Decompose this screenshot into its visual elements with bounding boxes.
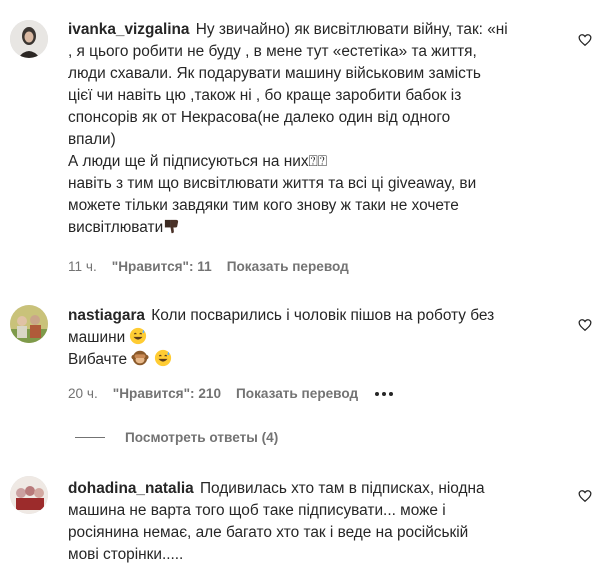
grinning-sweat-emoji-icon	[130, 327, 147, 345]
comment-meta: 11 ч. "Нравится": 11 Показать перевод	[68, 259, 364, 274]
comment-time[interactable]: 20 ч.	[68, 386, 98, 401]
likes-count[interactable]: "Нравится": 210	[113, 386, 221, 401]
avatar-photo	[10, 305, 48, 343]
comment-line: Коли посварились і чоловік пішов на робо…	[151, 307, 495, 324]
like-heart-icon[interactable]	[578, 33, 592, 47]
grinning-sweat-emoji-icon	[154, 349, 171, 367]
translate-link[interactable]: Показать перевод	[236, 386, 358, 401]
view-replies-label: Посмотреть ответы (4)	[125, 430, 279, 445]
comment-line: цієї чи навіть цю ,також ні , бо краще з…	[68, 87, 462, 104]
comment-line: росіянина немає, але багато хто так і ве…	[68, 524, 469, 541]
username[interactable]: ivanka_vizgalina	[68, 21, 189, 38]
view-replies-button[interactable]: Посмотреть ответы (4)	[75, 430, 278, 445]
comment-line: впали)	[68, 131, 116, 148]
comment-text: dohadina_natalia Подивилась хто там в пі…	[68, 478, 560, 566]
comment-line: мові сторінки.....	[68, 546, 184, 563]
more-options-icon[interactable]	[375, 391, 394, 396]
translate-link[interactable]: Показать перевод	[227, 259, 349, 274]
avatar-photo	[10, 476, 48, 514]
comment-line: навіть з тим що висвітлювати життя та вс…	[68, 175, 477, 192]
username[interactable]: nastiagara	[68, 307, 145, 324]
comment-line: можете тільки завдяки тим кого знову ж т…	[68, 197, 459, 214]
like-heart-icon[interactable]	[578, 489, 592, 503]
comment-line: Вибачте	[68, 351, 127, 368]
comment-time[interactable]: 11 ч.	[68, 259, 97, 274]
avatar-photo	[10, 20, 48, 58]
thumbs-down-icon	[165, 219, 179, 234]
comment-text: nastiagara Коли посварились і чоловік пі…	[68, 305, 560, 371]
likes-count[interactable]: "Нравится": 11	[112, 259, 212, 274]
comment-line: А люди ще й підписуються на них⍰⍰	[68, 153, 328, 170]
replies-divider	[75, 437, 105, 438]
comment-text: ivanka_vizgalina Ну звичайно) як висвітл…	[68, 19, 560, 239]
comment-line: Подивилась хто там в підписках, ніодна	[200, 480, 485, 497]
username[interactable]: dohadina_natalia	[68, 480, 194, 497]
comment-line: Ну звичайно) як висвітлювати війну, так:…	[195, 21, 508, 38]
comment-line: , я цього робити не буду , в мене тут «е…	[68, 43, 477, 60]
comment-line: висвітлювати	[68, 219, 164, 236]
comment-line: машина не варта того щоб таке підписуват…	[68, 502, 446, 519]
avatar[interactable]	[10, 305, 48, 343]
comment-line: спонсорів як от Некрасова(не далеко один…	[68, 109, 451, 126]
avatar[interactable]	[10, 476, 48, 514]
comment-line: люди схавали. Як подарувати машину війсь…	[68, 65, 481, 82]
like-heart-icon[interactable]	[578, 318, 592, 332]
comment-meta: 20 ч. "Нравится": 210 Показать перевод	[68, 386, 408, 401]
avatar[interactable]	[10, 20, 48, 58]
see-no-evil-monkey-icon	[131, 350, 149, 366]
comment-line: машини	[68, 329, 126, 346]
